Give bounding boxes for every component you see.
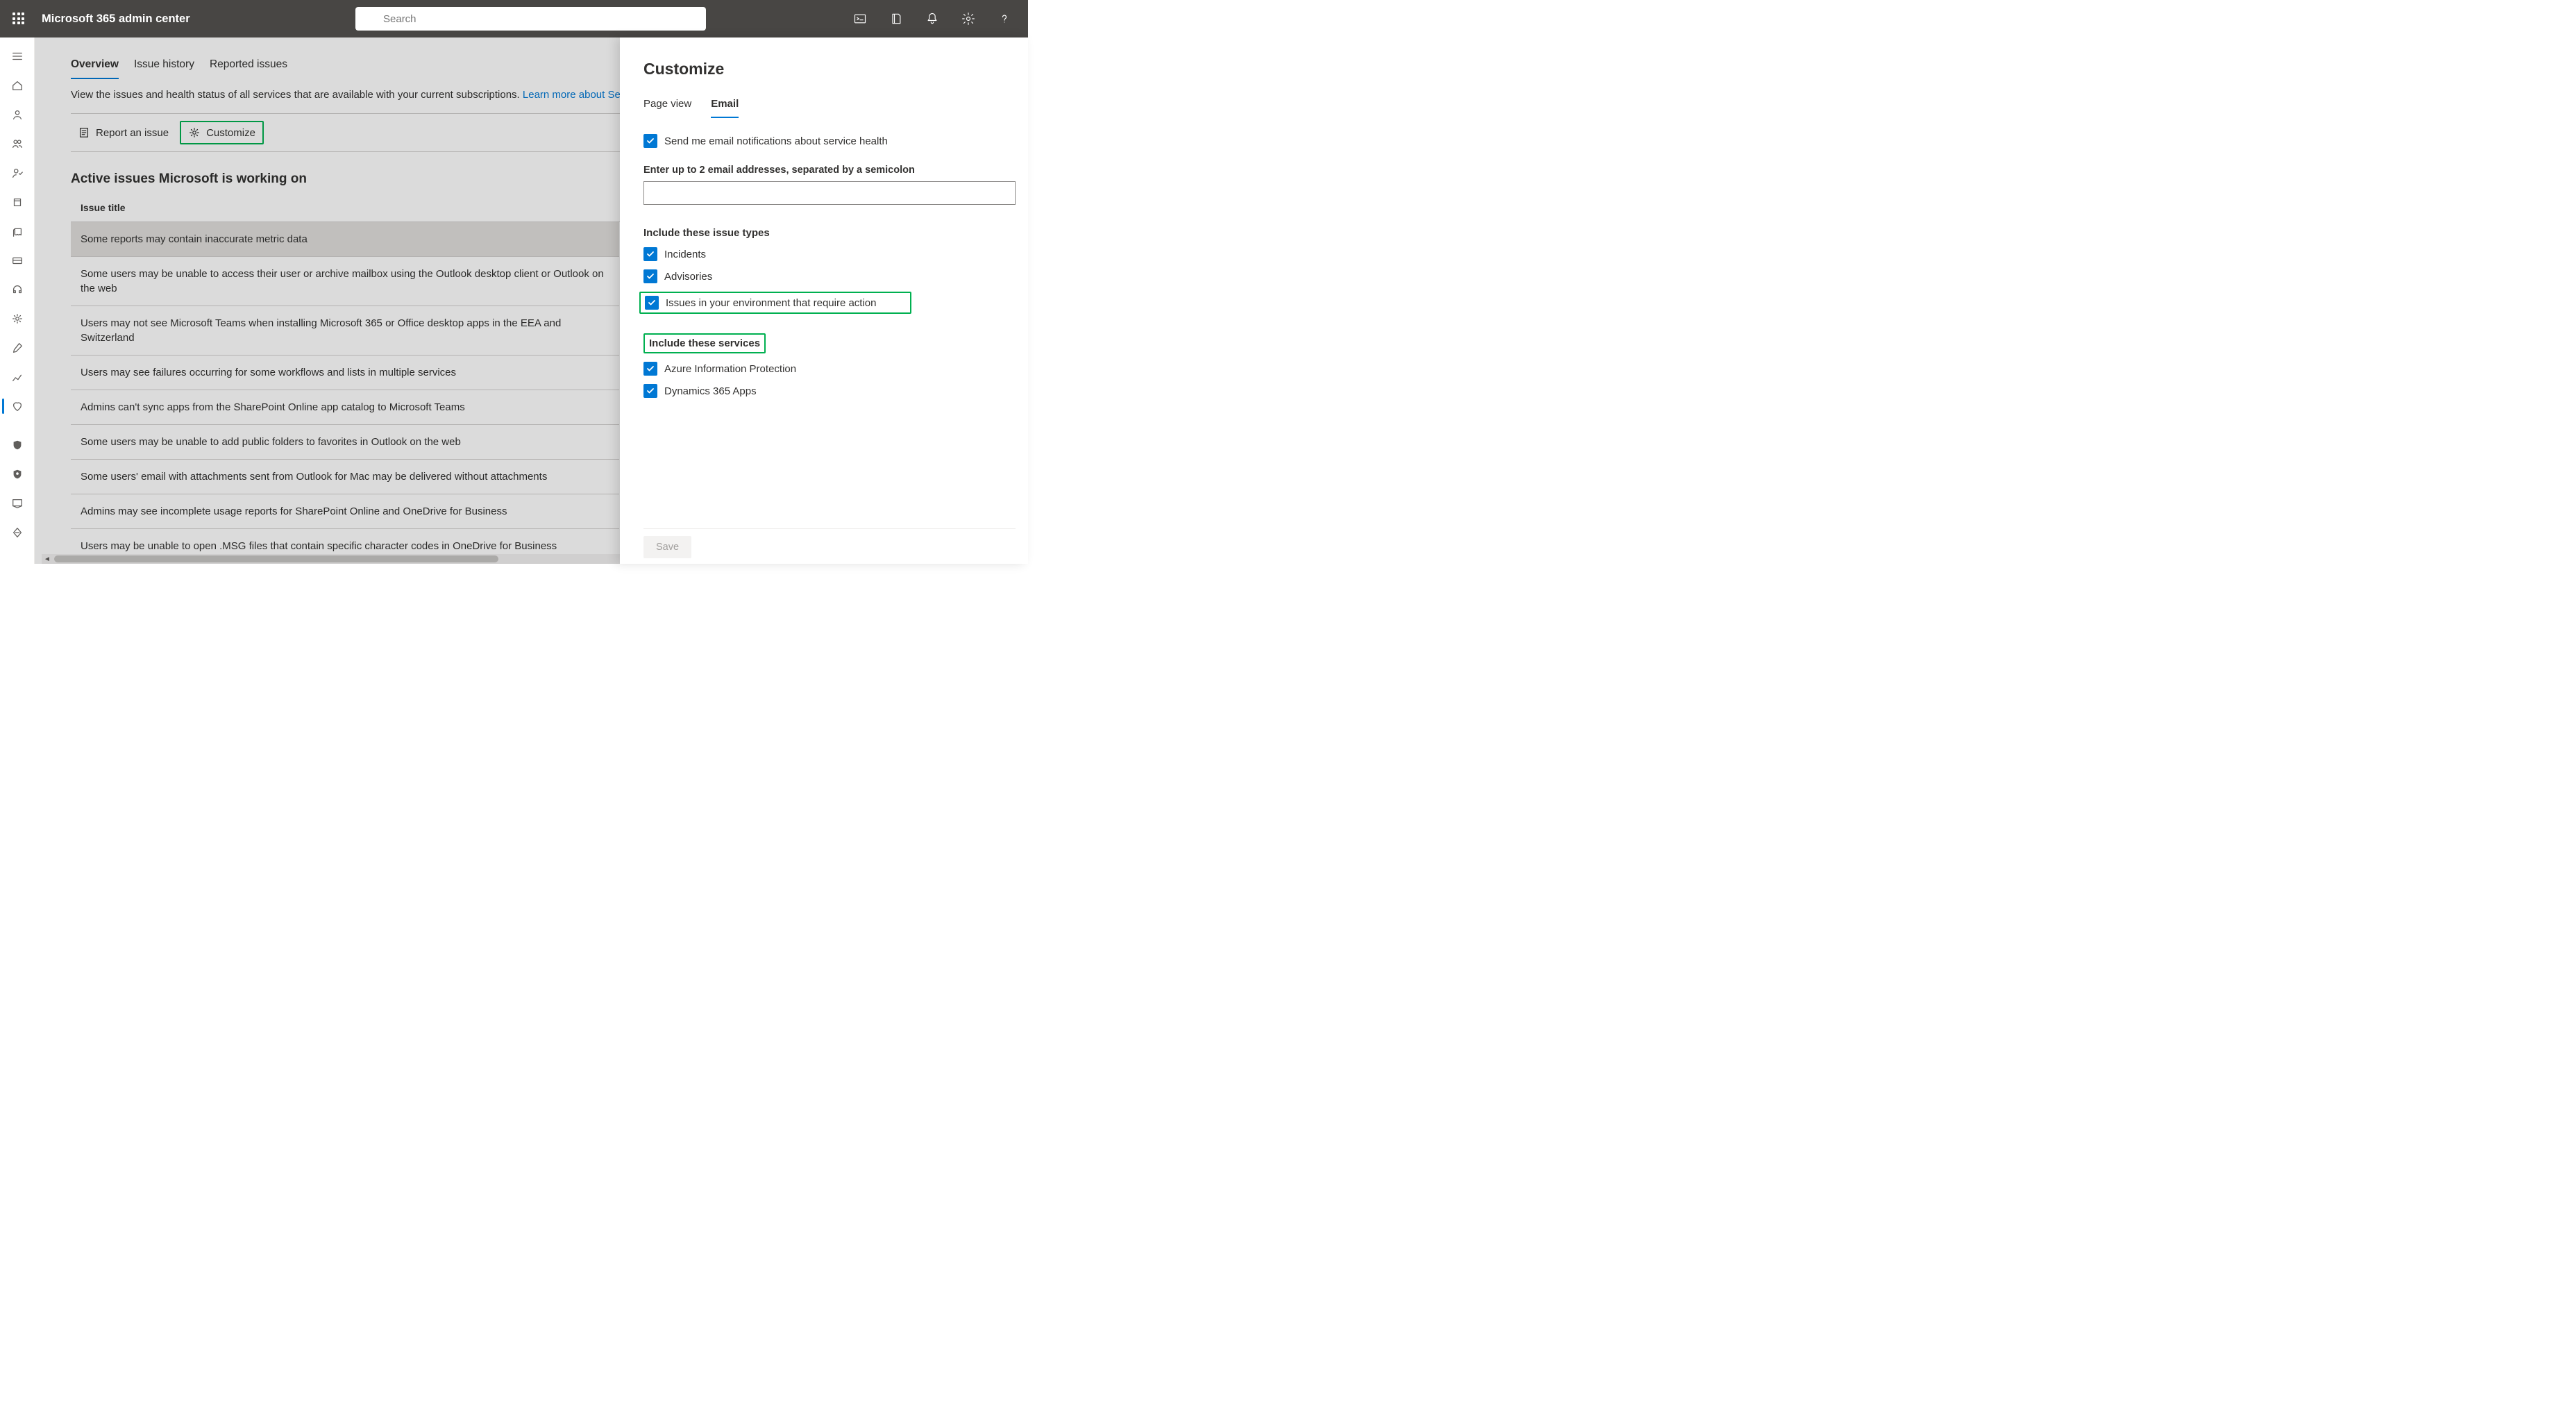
notifications-icon[interactable] — [914, 0, 950, 37]
app-launcher-button[interactable] — [0, 0, 37, 37]
help-icon[interactable] — [986, 0, 1022, 37]
tab-overview[interactable]: Overview — [71, 54, 119, 79]
nav-resources-icon[interactable] — [0, 187, 34, 217]
nav-hamburger[interactable] — [0, 42, 34, 71]
learn-more-link[interactable]: Learn more about Ser — [523, 89, 624, 101]
report-issue-button[interactable]: Report an issue — [71, 122, 176, 143]
nav-home-icon[interactable] — [0, 71, 34, 100]
settings-icon[interactable] — [950, 0, 986, 37]
nav-setup-icon[interactable] — [0, 333, 34, 362]
email-field-label: Enter up to 2 email addresses, separated… — [643, 165, 1016, 176]
issue-row[interactable]: Some users' email with attachments sent … — [71, 460, 619, 494]
check-icon — [648, 299, 656, 307]
nav-roles-icon[interactable] — [0, 158, 34, 187]
check-icon — [646, 250, 655, 258]
nav-users-icon[interactable] — [0, 100, 34, 129]
scroll-thumb[interactable] — [54, 555, 498, 562]
nav-reports-icon[interactable] — [0, 362, 34, 392]
checkbox-label: Send me email notifications about servic… — [664, 135, 888, 147]
check-icon — [646, 272, 655, 281]
panel-tab-page-view[interactable]: Page view — [643, 94, 691, 118]
panel-tab-email[interactable]: Email — [711, 94, 739, 118]
email-addresses-input[interactable] — [643, 181, 1016, 205]
side-nav — [0, 37, 35, 564]
nav-billing-icon[interactable] — [0, 217, 34, 246]
checkbox-aip[interactable] — [643, 362, 657, 376]
nav-security-icon[interactable] — [0, 430, 34, 460]
report-icon — [78, 126, 90, 139]
checkbox-d365[interactable] — [643, 384, 657, 398]
megaphone-icon[interactable] — [878, 0, 914, 37]
issue-row[interactable]: Some users may be unable to access their… — [71, 257, 619, 306]
app-header: Microsoft 365 admin center — [0, 0, 1028, 37]
search-box[interactable] — [355, 7, 706, 31]
nav-compliance-icon[interactable] — [0, 460, 34, 489]
nav-support-icon[interactable] — [0, 275, 34, 304]
issue-row[interactable]: Admins may see incomplete usage reports … — [71, 494, 619, 529]
services-heading: Include these services — [643, 333, 766, 353]
gear-icon — [188, 126, 201, 139]
nav-teams-icon[interactable] — [0, 129, 34, 158]
nav-admin-centers-icon[interactable] — [0, 489, 34, 518]
issue-row[interactable]: Users may not see Microsoft Teams when i… — [71, 306, 619, 356]
tab-reported-issues[interactable]: Reported issues — [210, 54, 287, 79]
issue-row[interactable]: Users may see failures occurring for som… — [71, 356, 619, 390]
check-icon — [646, 137, 655, 145]
issue-row[interactable]: Admins can't sync apps from the SharePoi… — [71, 390, 619, 425]
nav-settings-icon[interactable] — [0, 304, 34, 333]
customize-panel: Customize Page view Email Send me email … — [620, 37, 1028, 564]
nav-card-icon[interactable] — [0, 246, 34, 275]
app-title: Microsoft 365 admin center — [42, 12, 190, 26]
checkbox-incidents[interactable] — [643, 247, 657, 261]
shell-command-icon[interactable] — [842, 0, 878, 37]
scroll-left-arrow[interactable]: ◄ — [42, 554, 53, 564]
issue-row[interactable]: Some reports may contain inaccurate metr… — [71, 222, 619, 257]
check-icon — [646, 387, 655, 395]
check-icon — [646, 365, 655, 373]
nav-show-more-icon[interactable] — [0, 518, 34, 547]
customize-button[interactable]: Customize — [180, 121, 264, 144]
checkbox-send-notifications[interactable] — [643, 134, 657, 148]
save-button[interactable]: Save — [643, 536, 691, 558]
issue-row[interactable]: Some users may be unable to add public f… — [71, 425, 619, 460]
tab-issue-history[interactable]: Issue history — [134, 54, 194, 79]
issue-types-heading: Include these issue types — [643, 227, 1016, 239]
checkbox-advisories[interactable] — [643, 269, 657, 283]
nav-health-icon[interactable] — [0, 392, 34, 421]
search-icon — [364, 12, 376, 25]
search-input[interactable] — [383, 13, 698, 25]
panel-title: Customize — [643, 60, 1016, 78]
checkbox-env-action[interactable] — [645, 296, 659, 310]
